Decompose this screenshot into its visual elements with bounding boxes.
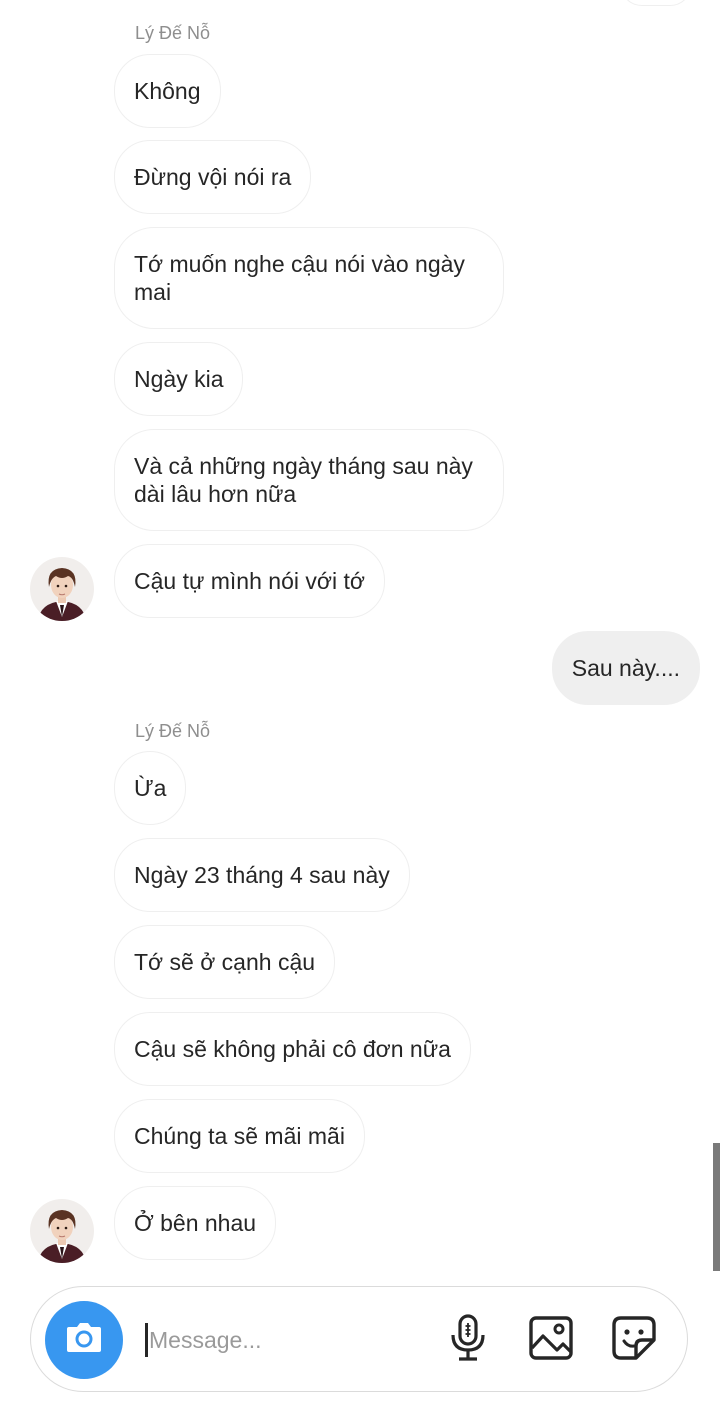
message-thread: Lý Đế Nỗ Không Đừng vội nói ra Tớ muốn n… (0, 0, 720, 1280)
incoming-message[interactable]: Và cả những ngày tháng sau này dài lâu h… (114, 429, 504, 531)
mic-button[interactable] (443, 1313, 493, 1367)
sticker-icon (611, 1315, 657, 1366)
camera-icon (63, 1317, 105, 1364)
previous-message-bubble (620, 0, 692, 6)
incoming-message[interactable]: Cậu sẽ không phải cô đơn nữa (114, 1012, 471, 1086)
incoming-message[interactable]: Tớ sẽ ở cạnh cậu (114, 925, 336, 999)
contact-avatar[interactable] (30, 557, 94, 621)
gallery-button[interactable] (526, 1315, 576, 1365)
message-composer (30, 1286, 688, 1392)
outgoing-message[interactable]: Sau này.... (551, 631, 700, 705)
incoming-message[interactable]: Không (114, 54, 221, 128)
microphone-icon (448, 1313, 488, 1367)
incoming-message[interactable]: Chúng ta sẽ mãi mãi (114, 1099, 365, 1173)
sticker-button[interactable] (609, 1315, 659, 1365)
incoming-message[interactable]: Ừa (114, 751, 187, 825)
incoming-message[interactable]: Ở bên nhau (114, 1186, 277, 1260)
contact-avatar[interactable] (30, 1199, 94, 1263)
sender-name: Lý Đế Nỗ (135, 721, 211, 741)
message-input[interactable] (149, 1317, 429, 1363)
incoming-message[interactable]: Cậu tự mình nói với tớ (114, 544, 385, 618)
sender-name: Lý Đế Nỗ (135, 23, 211, 43)
incoming-message[interactable]: Tớ muốn nghe cậu nói vào ngày mai (114, 227, 504, 329)
image-icon (528, 1315, 574, 1366)
incoming-message[interactable]: Ngày 23 tháng 4 sau này (114, 838, 410, 912)
text-caret (145, 1323, 148, 1357)
incoming-message[interactable]: Ngày kia (114, 342, 244, 416)
incoming-message[interactable]: Đừng vội nói ra (114, 140, 312, 214)
scrollbar-thumb[interactable] (713, 1143, 720, 1271)
camera-button[interactable] (45, 1301, 123, 1379)
